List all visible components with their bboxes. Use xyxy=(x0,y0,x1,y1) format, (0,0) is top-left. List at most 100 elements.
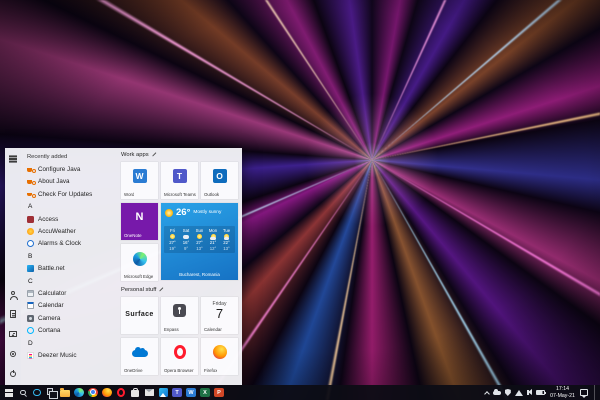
battery-tray-button[interactable] xyxy=(536,385,545,400)
forecast-day: Sat 16° 9° xyxy=(180,228,193,251)
opera-icon xyxy=(174,345,186,359)
tile-firefox[interactable]: Firefox xyxy=(201,338,238,375)
app-label: Calendar xyxy=(38,302,64,309)
taskbar-powerpoint[interactable]: P xyxy=(212,385,226,400)
app-list-letter-a[interactable]: A xyxy=(21,201,115,213)
enpass-icon xyxy=(173,304,186,317)
app-item-camera[interactable]: Camera xyxy=(21,312,115,324)
forecast-day: Sun 27° 13° xyxy=(193,228,206,251)
app-label: Cortana xyxy=(38,327,60,334)
show-desktop-button[interactable] xyxy=(594,385,597,400)
app-item-battle-net[interactable]: Battle.net xyxy=(21,263,115,275)
taskbar-firefox[interactable] xyxy=(100,385,114,400)
app-list-header-recently-added: Recently added xyxy=(21,151,115,163)
rail-bottom-group xyxy=(7,288,19,380)
tile-enpass[interactable]: Enpass xyxy=(161,297,198,334)
app-item-calculator[interactable]: Calculator xyxy=(21,287,115,299)
power-button[interactable] xyxy=(7,368,19,380)
app-item-calendar[interactable]: Calendar xyxy=(21,300,115,312)
taskbar-mail[interactable] xyxy=(142,385,156,400)
app-item-deezer-music[interactable]: Deezer Music xyxy=(21,349,115,361)
forecast-day: Tue 22° 13° xyxy=(220,228,233,251)
tile-label: Word xyxy=(124,192,134,197)
edit-group-name-icon xyxy=(152,153,156,157)
taskbar-store[interactable] xyxy=(128,385,142,400)
tile-surface[interactable]: Surface xyxy=(121,297,158,334)
clock-date: 07-May-21 xyxy=(549,393,576,400)
pictures-button[interactable] xyxy=(7,328,19,340)
hamburger-icon xyxy=(9,158,17,159)
day-name: Fri xyxy=(170,228,175,233)
tile-microsoft-edge[interactable]: Microsoft Edge xyxy=(121,244,158,281)
taskbar-teams[interactable]: T xyxy=(170,385,184,400)
sunny-icon xyxy=(165,209,173,217)
tile-group-header-personal-stuff[interactable]: Personal stuff xyxy=(121,287,164,293)
start-button[interactable] xyxy=(2,385,16,400)
taskbar-opera[interactable] xyxy=(114,385,128,400)
tile-label: OneDrive xyxy=(124,368,143,373)
partly-cloudy-icon xyxy=(224,234,229,239)
taskbar-chrome[interactable] xyxy=(86,385,100,400)
tile-calendar[interactable]: Friday 7 Calendar xyxy=(201,297,238,334)
tile-weather[interactable]: 26° Mostly sunny Fri 27° 19° Sat 16° 9° xyxy=(161,203,238,280)
network-tray-button[interactable] xyxy=(515,385,523,400)
shield-icon xyxy=(505,389,511,396)
sunny-icon xyxy=(170,234,175,239)
settings-button[interactable] xyxy=(7,348,19,360)
documents-button[interactable] xyxy=(7,308,19,320)
action-center-button[interactable] xyxy=(580,385,588,400)
app-label: Deezer Music xyxy=(38,352,77,359)
app-label: Camera xyxy=(38,315,60,322)
app-list: Recently added Configure Java About Java… xyxy=(21,148,115,385)
user-account-button[interactable] xyxy=(7,288,19,300)
security-tray-button[interactable] xyxy=(505,385,511,400)
app-item-accuweather[interactable]: AccuWeather xyxy=(21,225,115,237)
low-temp: 9° xyxy=(184,246,188,251)
tile-label: Calendar xyxy=(204,327,222,332)
cortana-button[interactable] xyxy=(30,385,44,400)
low-temp: 13° xyxy=(223,246,230,251)
desktop: Recently added Configure Java About Java… xyxy=(0,0,600,400)
tile-onenote[interactable]: N OneNote xyxy=(121,203,158,240)
onenote-icon: N xyxy=(121,211,158,223)
app-item-check-for-updates[interactable]: Check For Updates xyxy=(21,188,115,200)
current-condition: Mostly sunny xyxy=(193,210,221,215)
app-item-cortana[interactable]: Cortana xyxy=(21,324,115,336)
app-label: Check For Updates xyxy=(38,191,92,198)
tile-word[interactable]: W Word xyxy=(121,162,158,199)
app-list-letter-c[interactable]: C xyxy=(21,275,115,287)
app-label: Access xyxy=(38,216,58,223)
taskbar-search-button[interactable] xyxy=(16,385,30,400)
tile-group-header-work-apps[interactable]: Work apps xyxy=(121,152,156,158)
battery-icon xyxy=(536,390,545,395)
edge-icon xyxy=(74,388,84,398)
system-tray: 17:14 07-May-21 xyxy=(485,385,598,400)
chrome-icon xyxy=(88,388,98,398)
onedrive-tray-button[interactable] xyxy=(493,385,501,400)
app-list-letter-d[interactable]: D xyxy=(21,337,115,349)
tile-outlook[interactable]: O Outlook xyxy=(201,162,238,199)
rain-cloud-icon xyxy=(183,235,189,239)
app-list-letter-b[interactable]: B xyxy=(21,250,115,262)
powerpoint-icon: P xyxy=(214,388,224,398)
volume-tray-button[interactable] xyxy=(527,385,532,400)
app-item-access[interactable]: Access xyxy=(21,213,115,225)
app-item-alarms-clock[interactable]: Alarms & Clock xyxy=(21,238,115,250)
deezer-icon xyxy=(27,352,34,359)
show-hidden-icons-button[interactable] xyxy=(485,385,489,400)
taskbar-word[interactable]: W xyxy=(184,385,198,400)
tile-opera[interactable]: Opera Browser xyxy=(161,338,198,375)
task-view-button[interactable] xyxy=(44,385,58,400)
tile-onedrive[interactable]: OneDrive xyxy=(121,338,158,375)
taskbar-file-explorer[interactable] xyxy=(58,385,72,400)
tile-teams[interactable]: T Microsoft Teams xyxy=(161,162,198,199)
app-item-about-java[interactable]: About Java xyxy=(21,176,115,188)
taskbar-edge[interactable] xyxy=(72,385,86,400)
taskbar-clock[interactable]: 17:14 07-May-21 xyxy=(549,386,576,400)
letter-label: B xyxy=(28,253,32,260)
taskbar-excel[interactable]: X xyxy=(198,385,212,400)
taskbar-photos[interactable] xyxy=(156,385,170,400)
app-item-configure-java[interactable]: Configure Java xyxy=(21,163,115,175)
power-icon xyxy=(10,371,16,377)
expand-start-menu-button[interactable] xyxy=(7,153,19,165)
